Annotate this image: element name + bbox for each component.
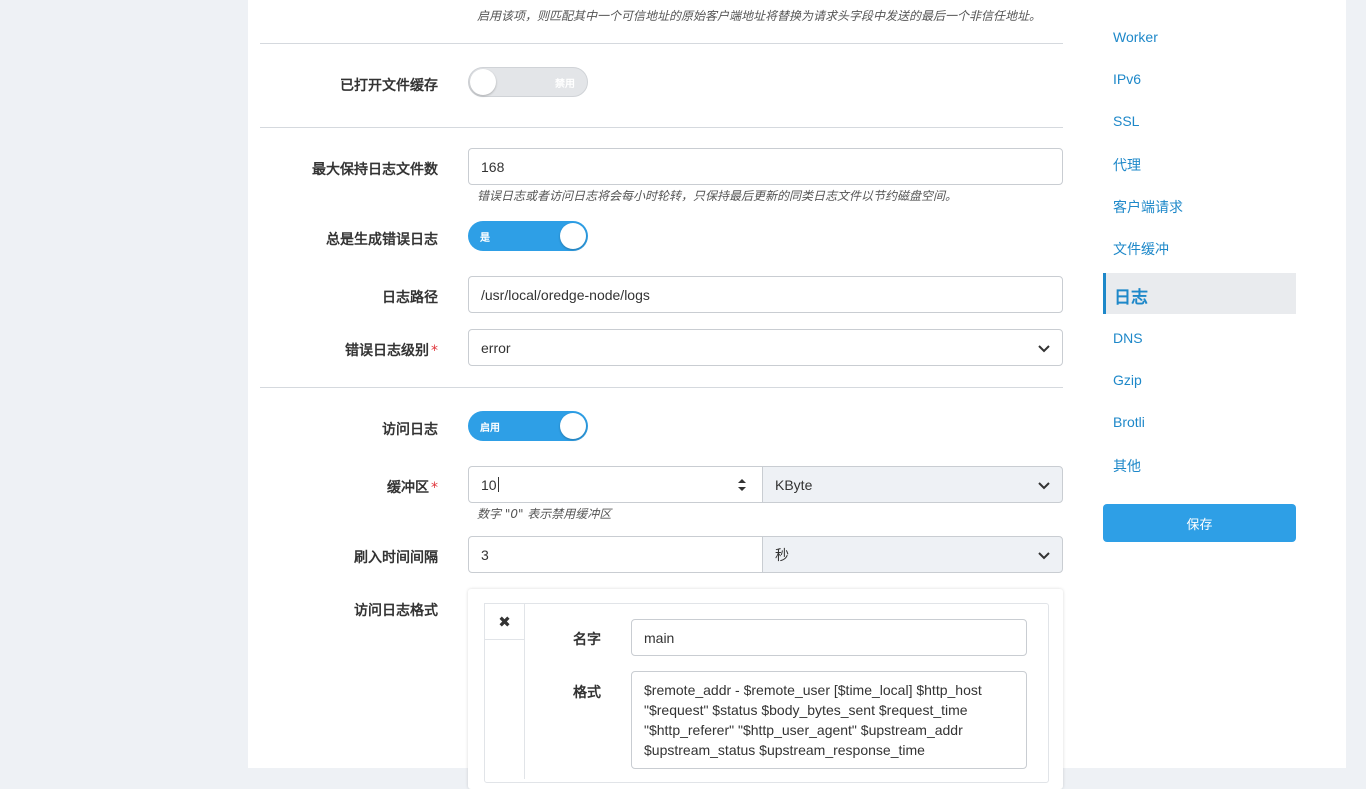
buffer-value: 10: [481, 476, 497, 493]
access-log-format-label: 访问日志格式: [354, 603, 438, 619]
always-error-log-label: 总是生成错误日志: [326, 232, 438, 248]
buffer-input[interactable]: 10: [468, 466, 763, 503]
toggle-knob: [470, 69, 496, 95]
access-log-label: 访问日志: [382, 422, 438, 438]
toggle-knob: [560, 223, 586, 249]
error-log-level-label: 错误日志级别 *: [345, 340, 438, 360]
sidebar-item-ipv6[interactable]: IPv6: [1113, 71, 1141, 87]
chevron-down-icon: [1038, 547, 1050, 563]
toggle-state-text: 启用: [480, 423, 500, 434]
required-mark: *: [431, 343, 438, 359]
error-log-level-select[interactable]: error: [468, 329, 1063, 366]
log-path-input[interactable]: /usr/local/oredge-node/logs: [468, 276, 1063, 313]
format-name-label: 名字: [573, 632, 601, 648]
sidebar-item-brotli[interactable]: Brotli: [1113, 414, 1145, 430]
text-cursor: [497, 477, 499, 492]
flush-interval-input[interactable]: 3: [468, 536, 763, 573]
buffer-unit-value: KByte: [775, 476, 813, 493]
sidebar-item-ssl[interactable]: SSL: [1113, 113, 1139, 129]
sidebar-item-other[interactable]: 其他: [1113, 456, 1141, 476]
flush-interval-unit-select[interactable]: 秒: [762, 536, 1063, 573]
open-file-cache-toggle[interactable]: 禁用: [468, 67, 588, 97]
divider: [260, 43, 1063, 44]
flush-interval-unit-value: 秒: [775, 546, 789, 563]
sidebar-item-dns[interactable]: DNS: [1113, 330, 1143, 346]
sidebar-item-log-label: 日志: [1114, 288, 1148, 308]
sidebar-item-worker[interactable]: Worker: [1113, 29, 1158, 45]
format-pattern-label: 格式: [573, 685, 601, 701]
toggle-knob: [560, 413, 586, 439]
divider: [260, 127, 1063, 128]
open-file-cache-label: 已打开文件缓存: [340, 78, 438, 94]
flush-interval-label: 刷入时间间隔: [354, 550, 438, 566]
max-log-files-label: 最大保持日志文件数: [312, 162, 438, 178]
sidebar-item-proxy[interactable]: 代理: [1113, 155, 1141, 175]
divider: [260, 387, 1063, 388]
sidebar-item-gzip[interactable]: Gzip: [1113, 372, 1142, 388]
number-stepper-icon[interactable]: [737, 477, 747, 493]
buffer-unit-select[interactable]: KByte: [762, 466, 1063, 503]
sidebar-item-log[interactable]: 日志: [1103, 273, 1296, 314]
format-pattern-textarea[interactable]: $remote_addr - $remote_user [$time_local…: [631, 671, 1027, 769]
access-log-toggle[interactable]: 启用: [468, 411, 588, 441]
log-path-label: 日志路径: [382, 290, 438, 306]
buffer-hint: 数字 "0" 表示禁用缓冲区: [477, 507, 612, 521]
toggle-state-text: 是: [480, 233, 490, 244]
divider: [524, 639, 525, 779]
close-icon[interactable]: ✖: [484, 603, 525, 640]
chevron-down-icon: [1038, 477, 1050, 493]
required-mark: *: [431, 480, 438, 496]
sidebar-item-file-cache[interactable]: 文件缓冲: [1113, 239, 1169, 259]
max-log-files-hint: 错误日志或者访问日志将会每小时轮转，只保持最后更新的同类日志文件以节约磁盘空间。: [477, 189, 958, 203]
buffer-label: 缓冲区 *: [387, 477, 438, 497]
format-name-input[interactable]: main: [631, 619, 1027, 656]
sidebar-item-client-request[interactable]: 客户端请求: [1113, 197, 1183, 217]
save-button[interactable]: 保存: [1103, 504, 1296, 542]
max-log-files-input[interactable]: 168: [468, 148, 1063, 185]
toggle-state-text: 禁用: [555, 79, 575, 90]
buffer-label-text: 缓冲区: [387, 480, 429, 496]
always-error-log-toggle[interactable]: 是: [468, 221, 588, 251]
error-log-level-value: error: [481, 339, 511, 356]
real-ip-hint: 启用该项，则匹配其中一个可信地址的原始客户端地址将替换为请求头字段中发送的最后一…: [477, 9, 1042, 23]
error-log-level-label-text: 错误日志级别: [345, 343, 429, 359]
chevron-down-icon: [1038, 340, 1050, 356]
